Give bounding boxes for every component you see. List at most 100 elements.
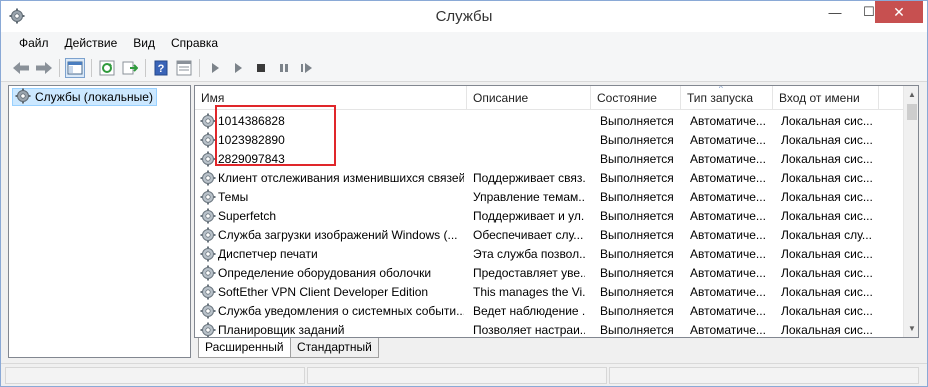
menu-view[interactable]: Вид [125, 36, 163, 50]
service-startup-type: Автоматичe... [690, 190, 766, 204]
service-row[interactable]: Superfetch Поддерживает и ул... Выполняетс… [195, 207, 903, 226]
menu-action[interactable]: Действие [57, 36, 126, 50]
service-description [473, 131, 585, 150]
service-logon: Локальная сис... [781, 133, 873, 147]
service-description [473, 112, 585, 131]
service-name: Диспетчер печати [218, 247, 318, 261]
services-window: Службы — ☐ ✕ Файл Действие Вид Справка ? [0, 0, 928, 387]
service-description: Поддерживает и ул... [473, 209, 585, 223]
service-state: Выполняется [600, 152, 674, 166]
scroll-down-icon[interactable]: ▼ [904, 320, 918, 337]
service-row[interactable]: Клиент отслеживания изменившихся связей П… [195, 169, 903, 188]
service-name: Планировщик заданий [218, 323, 345, 337]
service-gear-icon [200, 113, 216, 129]
service-startup-type: Автоматичe... [690, 133, 766, 147]
service-name: Определение оборудования оболочки [218, 266, 432, 280]
view-tabs: Расширенный Стандартный [194, 338, 494, 359]
service-row[interactable]: SoftEther VPN Client Developer Edition Th… [195, 283, 903, 302]
service-gear-icon [200, 322, 216, 337]
forward-icon[interactable] [34, 58, 54, 78]
close-button[interactable]: ✕ [875, 1, 923, 23]
service-name: SoftEther VPN Client Developer Edition [218, 285, 429, 299]
services-gear-icon [15, 88, 31, 107]
service-description: Позволяет настраи... [473, 323, 585, 337]
toolbar-separator [59, 59, 60, 77]
service-name: Клиент отслеживания изменившихся связей [218, 171, 464, 185]
service-state: Выполняется [600, 247, 674, 261]
service-logon: Локальная сис... [781, 152, 873, 166]
tree-item-label: Службы (локальные) [35, 90, 153, 104]
service-description: Обеспечивает слу... [473, 228, 584, 242]
service-state: Выполняется [600, 114, 674, 128]
service-gear-icon [200, 303, 216, 319]
title-bar: Службы — ☐ ✕ [1, 1, 927, 32]
service-state: Выполняется [600, 266, 674, 280]
tab-extended[interactable]: Расширенный [198, 338, 291, 358]
tree-item-local-services[interactable]: Службы (локальные) [12, 88, 157, 106]
service-gear-icon [200, 170, 216, 186]
service-name: Superfetch [218, 209, 277, 223]
service-startup-type: Автоматичe... [690, 152, 766, 166]
service-logon: Локальная сис... [781, 114, 873, 128]
service-logon: Локальная сис... [781, 171, 873, 185]
service-state: Выполняется [600, 133, 674, 147]
service-logon: Локальная сис... [781, 285, 873, 299]
stop-service-icon[interactable] [251, 58, 271, 78]
service-logon: Локальная сис... [781, 190, 873, 204]
status-segment [307, 367, 607, 384]
service-logon: Локальная сис... [781, 266, 873, 280]
service-row[interactable]: Темы Управление темам... Выполняется Автома… [195, 188, 903, 207]
service-state: Выполняется [600, 285, 674, 299]
service-name: Служба уведомления о системных событи... [218, 304, 464, 318]
service-gear-icon [200, 227, 216, 243]
menu-file[interactable]: Файл [11, 36, 57, 50]
service-row[interactable]: Диспетчер печати Эта служба позвол... Выпо… [195, 245, 903, 264]
pause-service-icon[interactable] [274, 58, 294, 78]
toolbar-separator [91, 59, 92, 77]
menu-help[interactable]: Справка [163, 36, 226, 50]
refresh-icon[interactable] [97, 58, 117, 78]
service-description: Управление темам... [473, 190, 585, 204]
service-startup-type: Автоматичe... [690, 266, 766, 280]
service-row[interactable]: Планировщик заданий Позволяет настраи... В… [195, 321, 903, 337]
service-startup-type: Автоматичe... [690, 247, 766, 261]
service-startup-type: Автоматичe... [690, 209, 766, 223]
minimize-button[interactable]: — [818, 1, 852, 23]
status-bar [1, 363, 927, 386]
column-header-description[interactable]: Описание [467, 86, 591, 110]
service-startup-type: Автоматичe... [690, 228, 766, 242]
service-startup-type: Автоматичe... [690, 114, 766, 128]
vertical-scrollbar[interactable]: ▲ ▼ [903, 86, 918, 337]
scroll-up-icon[interactable]: ▲ [904, 86, 918, 103]
scroll-thumb[interactable] [907, 104, 917, 120]
service-row[interactable]: Служба уведомления о системных событи...… [195, 302, 903, 321]
column-header-state[interactable]: Состояние [591, 86, 681, 110]
console-tree-icon[interactable] [65, 58, 85, 78]
service-state: Выполняется [600, 323, 674, 337]
service-startup-type: Автоматичe... [690, 304, 766, 318]
start-service-icon[interactable] [205, 58, 225, 78]
status-segment [5, 367, 305, 384]
service-logon: Локальная сис... [781, 209, 873, 223]
service-row[interactable]: Служба загрузки изображений Windows (...… [195, 226, 903, 245]
toolbar-separator [145, 59, 146, 77]
service-description: Поддерживает связ... [473, 171, 585, 185]
properties-icon[interactable] [174, 58, 194, 78]
back-icon[interactable] [11, 58, 31, 78]
service-gear-icon [200, 189, 216, 205]
service-row[interactable]: Определение оборудования оболочки Предост… [195, 264, 903, 283]
service-startup-type: Автоматичe... [690, 285, 766, 299]
service-state: Выполняется [600, 171, 674, 185]
export-list-icon[interactable] [120, 58, 140, 78]
start-service-params-icon[interactable] [228, 58, 248, 78]
service-gear-icon [200, 151, 216, 167]
tab-standard[interactable]: Стандартный [290, 338, 379, 358]
console-tree-pane: Службы (локальные) [8, 85, 191, 358]
restart-service-icon[interactable] [297, 58, 317, 78]
help-icon[interactable]: ? [151, 58, 171, 78]
column-header-startup-type[interactable]: Тип запуска [681, 86, 773, 110]
service-logon: Локальная сис... [781, 323, 873, 337]
column-header-logon[interactable]: Вход от имени [773, 86, 879, 110]
service-description: Предоставляет уве... [473, 266, 585, 280]
service-logon: Локальная сис... [781, 304, 873, 318]
